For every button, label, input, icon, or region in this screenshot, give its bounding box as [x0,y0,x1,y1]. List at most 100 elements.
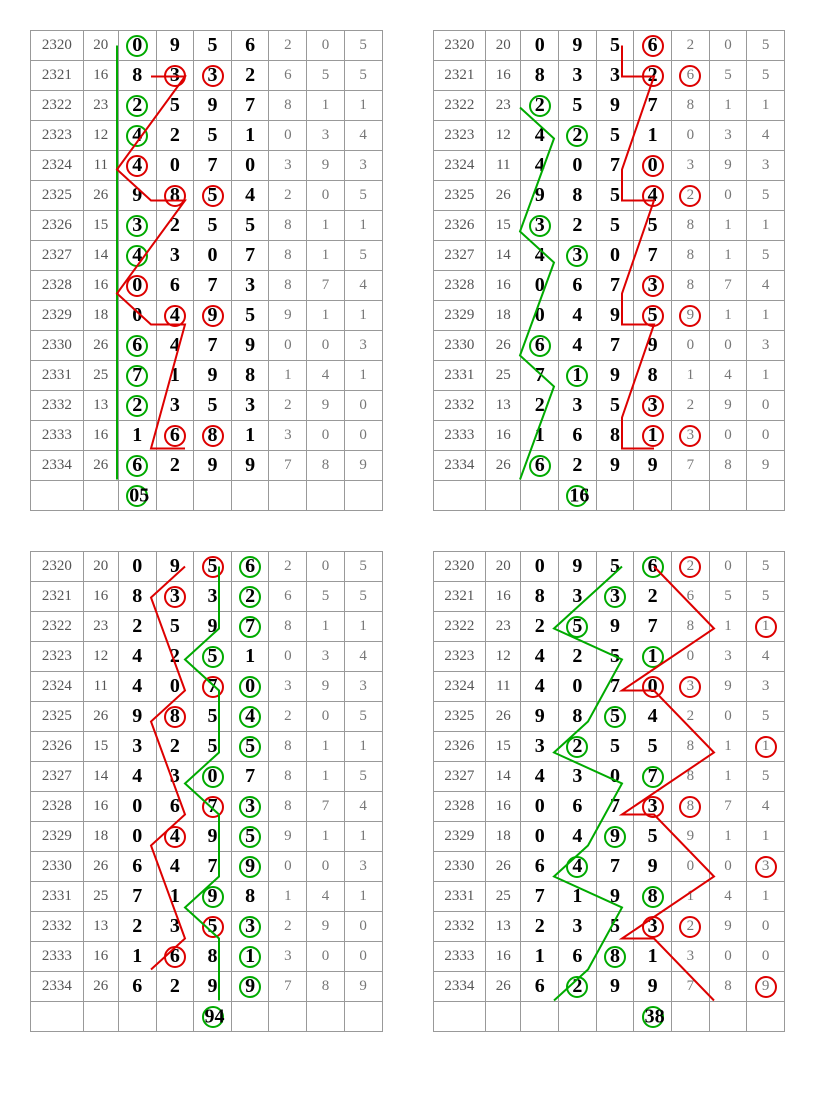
sum-cell: 20 [83,552,118,582]
green-circle-marker [239,736,261,758]
digit-cell: 3 [559,61,597,91]
digit-cell: 5 [634,211,672,241]
table-row: 2326153255811 [433,732,785,762]
green-circle-marker [126,95,148,117]
table-row: 2321168332655 [31,61,383,91]
digit-cell: 5 [596,702,634,732]
tail-cell: 1 [709,211,747,241]
digit-cell: 8 [118,582,156,612]
sum-cell: 18 [83,822,118,852]
period-cell: 2322 [433,91,486,121]
digit-cell: 0 [521,822,559,852]
red-circle-marker [755,856,777,878]
digit-cell: 1 [521,942,559,972]
digit-cell: 7 [194,331,232,361]
digit-cell: 5 [231,822,269,852]
digit-cell: 9 [596,882,634,912]
tail-cell: 5 [307,582,345,612]
red-circle-marker [202,916,224,938]
table-row: 2329180495911 [31,822,383,852]
green-circle-marker [604,586,626,608]
tail-cell: 0 [747,942,785,972]
digit-cell: 9 [231,852,269,882]
period-cell: 2334 [31,451,84,481]
green-circle-marker [566,736,588,758]
digit-cell: 2 [118,612,156,642]
digit-cell: 2 [559,972,597,1002]
digit-cell: 9 [118,702,156,732]
sum-cell: 25 [486,882,521,912]
tail-cell: 6 [671,582,709,612]
digit-cell: 1 [634,642,672,672]
table-row: 2325269854205 [433,702,785,732]
sum-cell: 18 [486,822,521,852]
tail-cell: 4 [307,361,345,391]
green-circle-marker [126,455,148,477]
period-cell: 2325 [31,702,84,732]
table-row: 2331257198141 [31,361,383,391]
green-circle-marker [239,826,261,848]
green-circle-marker [202,646,224,668]
red-circle-marker [679,65,701,87]
digit-cell: 7 [596,852,634,882]
table-row: 2323124251034 [31,121,383,151]
tail-cell: 7 [671,972,709,1002]
digit-cell: 0 [156,151,194,181]
period-cell: 2329 [31,301,84,331]
tail-cell: 8 [671,271,709,301]
tail-cell: 1 [709,612,747,642]
digit-cell: 0 [521,271,559,301]
digit-cell: 9 [559,31,597,61]
red-circle-marker [755,736,777,758]
tail-cell: 0 [709,942,747,972]
digit-cell: 0 [596,241,634,271]
tail-cell: 7 [269,972,307,1002]
digit-cell: 4 [118,642,156,672]
digit-cell: 8 [156,181,194,211]
period-cell: 2333 [433,942,486,972]
digit-cell: 4 [521,121,559,151]
table-row: 2328160673874 [31,271,383,301]
lottery-table: 2320200956205232116833265523222325978112… [433,30,786,511]
digit-cell: 7 [634,91,672,121]
tail-cell: 5 [344,241,382,271]
tail-cell: 2 [269,912,307,942]
digit-cell: 7 [634,762,672,792]
tail-cell: 3 [307,642,345,672]
digit-cell: 3 [231,912,269,942]
digit-cell: 1 [156,361,194,391]
digit-cell: 4 [634,181,672,211]
sum-cell: 14 [83,762,118,792]
tail-cell: 9 [709,151,747,181]
sum-cell: 16 [83,582,118,612]
digit-cell: 4 [231,181,269,211]
digit-cell: 8 [521,582,559,612]
tail-cell: 4 [344,792,382,822]
digit-cell: 7 [231,612,269,642]
tail-cell: 9 [671,822,709,852]
digit-cell: 6 [559,792,597,822]
sum-cell: 15 [83,732,118,762]
tail-cell: 0 [269,852,307,882]
digit-cell: 2 [559,732,597,762]
table-row: 2327144307815 [31,241,383,271]
table-row: 2333161681300 [433,942,785,972]
table-bottom-right: 2320200956205232116833265523222325978112… [433,551,786,1032]
lottery-table: 2320200956205232116833265523222325978112… [30,30,383,511]
table-row: 2323124251034 [31,642,383,672]
digit-cell: 2 [156,451,194,481]
tail-cell: 3 [269,672,307,702]
tail-cell: 5 [747,181,785,211]
table-row: 2325269854205 [31,181,383,211]
digit-cell: 5 [596,642,634,672]
digit-cell: 3 [231,792,269,822]
tail-cell: 4 [344,642,382,672]
table-row: 2328160673874 [31,792,383,822]
digit-cell: 3 [231,271,269,301]
period-cell: 2325 [433,702,486,732]
tail-cell: 0 [307,552,345,582]
digit-cell: 5 [194,211,232,241]
tail-cell: 2 [671,552,709,582]
red-circle-marker [126,275,148,297]
tail-cell: 1 [747,211,785,241]
